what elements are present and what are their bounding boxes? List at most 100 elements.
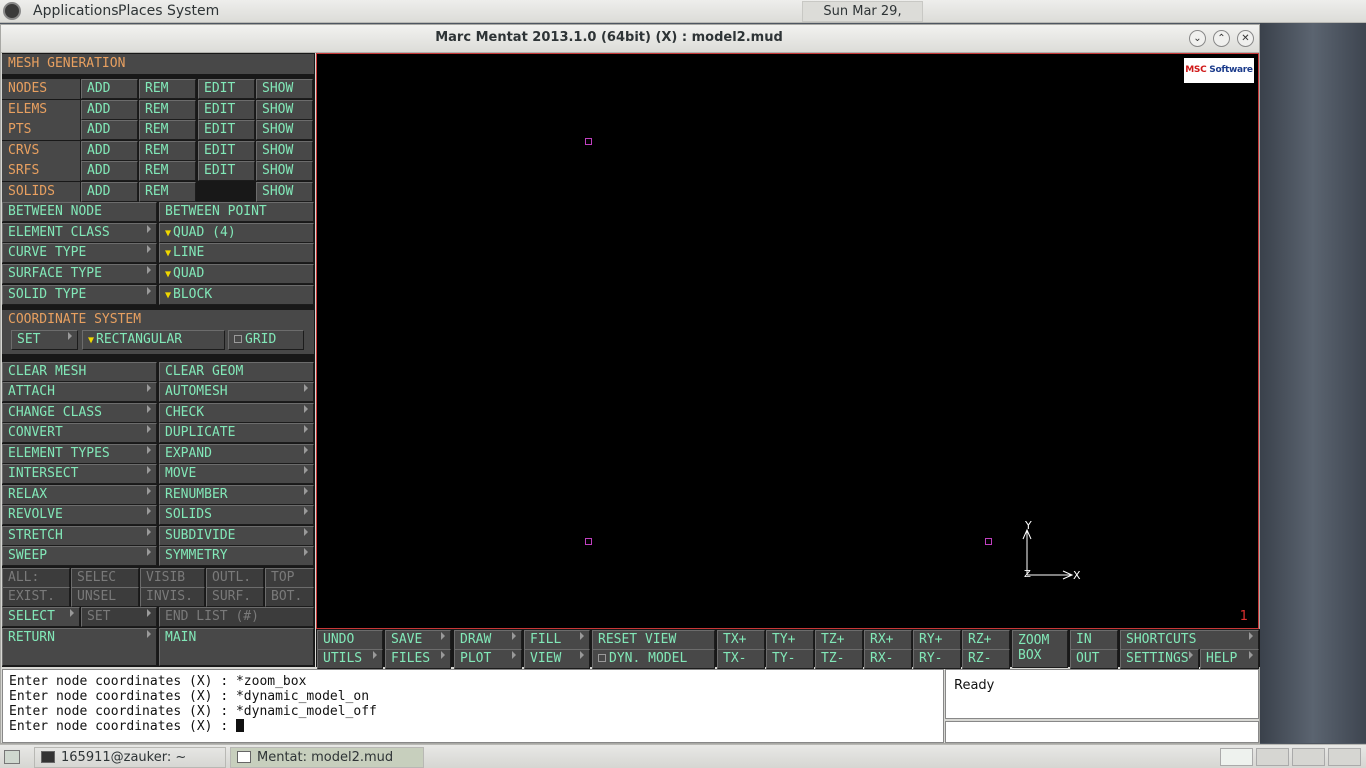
workspace-2[interactable] <box>1256 748 1289 766</box>
places-menu[interactable]: Places <box>118 3 163 19</box>
set-button[interactable]: SET <box>81 607 157 627</box>
stretch-button[interactable]: STRETCH <box>2 526 157 546</box>
duplicate-button[interactable]: DUPLICATE <box>159 423 314 443</box>
ty-minus-button[interactable]: TY- <box>766 649 814 669</box>
maximize-icon[interactable]: ⌃ <box>1213 30 1230 47</box>
crvs-add-button[interactable]: ADD <box>81 141 138 161</box>
curve-type-select[interactable]: ▼ LINE <box>159 243 314 263</box>
nodes-add-button[interactable]: ADD <box>81 79 138 99</box>
task-terminal[interactable]: 165911@zauker: ~ <box>34 747 226 768</box>
model-point[interactable] <box>585 138 592 145</box>
workspace-3[interactable] <box>1292 748 1325 766</box>
model-point[interactable] <box>985 538 992 545</box>
crvs-rem-button[interactable]: REM <box>139 141 196 161</box>
help-button[interactable]: HELP <box>1200 649 1259 669</box>
view-button[interactable]: VIEW <box>524 649 590 669</box>
intersect-button[interactable]: INTERSECT <box>2 464 157 484</box>
elems-add-button[interactable]: ADD <box>81 100 138 120</box>
command-console[interactable]: Enter node coordinates (X) : *zoom_box En… <box>2 669 944 743</box>
crvs-show-button[interactable]: SHOW <box>256 141 313 161</box>
workspace-1[interactable] <box>1220 748 1253 766</box>
sweep-button[interactable]: SWEEP <box>2 546 157 566</box>
solid-type-button[interactable]: SOLID TYPE <box>2 285 157 305</box>
between-point-button[interactable]: BETWEEN POINT <box>159 202 314 222</box>
coord-system-select[interactable]: ▼ RECTANGULAR <box>82 330 225 350</box>
minimize-icon[interactable]: ⌄ <box>1189 30 1206 47</box>
sel-outl-button[interactable]: OUTL. <box>206 568 264 588</box>
draw-button[interactable]: DRAW <box>454 630 522 650</box>
coord-grid-toggle[interactable]: GRID <box>228 330 304 350</box>
pts-show-button[interactable]: SHOW <box>256 120 313 140</box>
workspace-4[interactable] <box>1328 748 1361 766</box>
ry-plus-button[interactable]: RY+ <box>913 630 961 650</box>
subdivide-button[interactable]: SUBDIVIDE <box>159 526 314 546</box>
applications-menu[interactable]: Applications <box>33 3 119 19</box>
change-class-button[interactable]: CHANGE CLASS <box>2 403 157 423</box>
sel-invis-button[interactable]: INVIS. <box>140 587 205 607</box>
sel-unsel-button[interactable]: UNSEL <box>71 587 139 607</box>
tx-minus-button[interactable]: TX- <box>717 649 765 669</box>
attach-button[interactable]: ATTACH <box>2 382 157 402</box>
srfs-edit-button[interactable]: EDIT <box>198 161 255 181</box>
shortcuts-button[interactable]: SHORTCUTS <box>1120 630 1259 650</box>
model-point[interactable] <box>585 538 592 545</box>
crvs-edit-button[interactable]: EDIT <box>198 141 255 161</box>
srfs-add-button[interactable]: ADD <box>81 161 138 181</box>
solids-add-button[interactable]: ADD <box>81 182 138 202</box>
srfs-show-button[interactable]: SHOW <box>256 161 313 181</box>
system-menu[interactable]: System <box>167 3 219 19</box>
move-button[interactable]: MOVE <box>159 464 314 484</box>
console-input-line[interactable]: Enter node coordinates (X) : <box>9 719 937 734</box>
settings-button[interactable]: SETTINGS <box>1120 649 1199 669</box>
nodes-rem-button[interactable]: REM <box>139 79 196 99</box>
zoom-out-button[interactable]: OUT <box>1070 649 1118 669</box>
rx-plus-button[interactable]: RX+ <box>864 630 912 650</box>
reset-view-button[interactable]: RESET VIEW <box>592 630 715 650</box>
gnome-foot-icon[interactable] <box>3 2 21 20</box>
files-button[interactable]: FILES <box>385 649 451 669</box>
solids-rem-button[interactable]: REM <box>139 182 196 202</box>
window-titlebar[interactable]: Marc Mentat 2013.1.0 (64bit) (X) : model… <box>1 25 1259 53</box>
main-button[interactable]: MAIN <box>159 628 314 666</box>
curve-type-button[interactable]: CURVE TYPE <box>2 243 157 263</box>
elems-show-button[interactable]: SHOW <box>256 100 313 120</box>
graphics-viewport[interactable]: MSC Software Y X Z 1 <box>316 53 1259 629</box>
tx-plus-button[interactable]: TX+ <box>717 630 765 650</box>
convert-button[interactable]: CONVERT <box>2 423 157 443</box>
srfs-rem-button[interactable]: REM <box>139 161 196 181</box>
zoom-box-button[interactable]: ZOOM BOX <box>1012 630 1068 668</box>
rz-minus-button[interactable]: RZ- <box>962 649 1010 669</box>
utils-button[interactable]: UTILS <box>317 649 383 669</box>
element-class-button[interactable]: ELEMENT CLASS <box>2 223 157 243</box>
automesh-button[interactable]: AUTOMESH <box>159 382 314 402</box>
sel-bot-button[interactable]: BOT. <box>265 587 314 607</box>
sel-all-button[interactable]: ALL: <box>2 568 70 588</box>
pts-rem-button[interactable]: REM <box>139 120 196 140</box>
nodes-show-button[interactable]: SHOW <box>256 79 313 99</box>
element-types-button[interactable]: ELEMENT TYPES <box>2 444 157 464</box>
clear-mesh-button[interactable]: CLEAR MESH <box>2 362 157 382</box>
clear-geom-button[interactable]: CLEAR GEOM <box>159 362 314 382</box>
pts-edit-button[interactable]: EDIT <box>198 120 255 140</box>
tz-minus-button[interactable]: TZ- <box>815 649 863 669</box>
show-desktop-icon[interactable] <box>4 750 20 764</box>
sel-selec-button[interactable]: SELEC <box>71 568 139 588</box>
dyn-model-toggle[interactable]: DYN. MODEL <box>592 649 715 669</box>
sel-visib-button[interactable]: VISIB <box>140 568 205 588</box>
clock[interactable]: Sun Mar 29, 11:19 <box>802 1 923 38</box>
surface-type-button[interactable]: SURFACE TYPE <box>2 264 157 284</box>
nodes-edit-button[interactable]: EDIT <box>198 79 255 99</box>
sel-top-button[interactable]: TOP <box>265 568 314 588</box>
end-list-button[interactable]: END LIST (#) <box>159 607 314 627</box>
surface-type-select[interactable]: ▼ QUAD <box>159 264 314 284</box>
solids-show-button[interactable]: SHOW <box>256 182 313 202</box>
undo-button[interactable]: UNDO <box>317 630 383 650</box>
select-button[interactable]: SELECT <box>2 607 80 627</box>
check-button[interactable]: CHECK <box>159 403 314 423</box>
elems-rem-button[interactable]: REM <box>139 100 196 120</box>
save-button[interactable]: SAVE <box>385 630 451 650</box>
fill-button[interactable]: FILL <box>524 630 590 650</box>
between-node-button[interactable]: BETWEEN NODE <box>2 202 157 222</box>
renumber-button[interactable]: RENUMBER <box>159 485 314 505</box>
task-mentat[interactable]: Mentat: model2.mud <box>230 747 424 768</box>
